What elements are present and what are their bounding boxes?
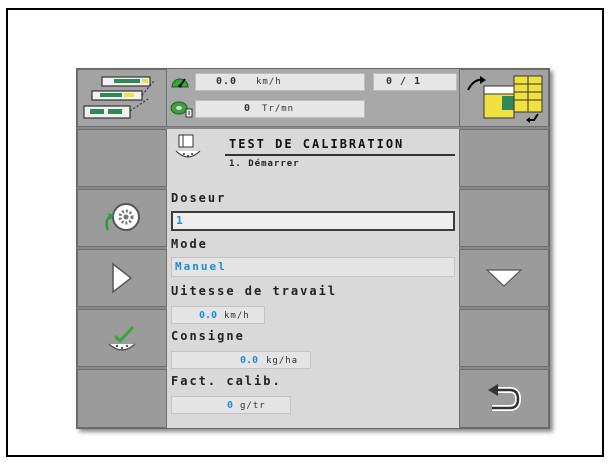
terminal-screen: 0.0 km/h 0 / 1 0 Tr/mn TEST DE CALIBRATI… — [76, 68, 550, 429]
consigne-value: 0.0 — [239, 355, 258, 366]
rotation-value: 0 — [244, 103, 252, 114]
rotation-sensor-icon — [170, 101, 193, 118]
implement-softkey[interactable] — [77, 69, 167, 127]
rotation-unit: Tr/mn — [262, 104, 295, 114]
vitesse-field[interactable]: 0.0 km/h — [171, 306, 265, 324]
fact-calib-unit: g/tr — [240, 401, 266, 411]
wheel-reset-softkey[interactable] — [77, 189, 167, 247]
right-softkey-4[interactable] — [459, 309, 549, 367]
consigne-label: Consigne — [171, 329, 245, 343]
speed-value: 0.0 — [216, 76, 238, 87]
consigne-field[interactable]: 0.0 kg/ha — [171, 351, 311, 369]
vitesse-label: Uitesse de travail — [171, 284, 338, 298]
back-softkey[interactable] — [459, 369, 549, 428]
vitesse-unit: km/h — [224, 311, 250, 321]
return-arrow-icon — [488, 383, 522, 411]
doseur-label: Doseur — [171, 191, 227, 205]
calibration-check-icon — [108, 325, 136, 351]
status-bar: 0.0 km/h 0 / 1 0 Tr/mn — [167, 69, 459, 127]
left-softkey-5[interactable] — [77, 369, 167, 428]
page-title: TEST DE CALIBRATION — [229, 137, 405, 151]
doseur-input[interactable]: 1 — [171, 211, 455, 231]
wheel-reset-icon — [105, 203, 140, 231]
play-triangle-icon — [112, 262, 133, 294]
mode-select[interactable]: Manuel — [171, 257, 455, 277]
left-softkey-1[interactable] — [77, 129, 167, 187]
hopper-sections-icon — [467, 75, 543, 123]
hopper-softkey[interactable] — [459, 69, 549, 127]
fact-calib-field[interactable]: 0 g/tr — [171, 396, 291, 414]
mode-label: Mode — [171, 237, 208, 251]
speed-field: 0.0 km/h — [195, 73, 365, 91]
fact-calib-label: Fact. calib. — [171, 374, 282, 388]
page-counter: 0 / 1 — [386, 76, 422, 87]
implement-layout-icon — [83, 76, 155, 119]
vitesse-value: 0.0 — [198, 310, 217, 321]
right-softkey-2[interactable] — [459, 189, 549, 247]
right-softkey-1[interactable] — [459, 129, 549, 187]
calibration-panel: TEST DE CALIBRATION 1. Démarrer Doseur 1… — [167, 129, 459, 428]
title-underline — [225, 154, 455, 156]
speedometer-icon — [171, 78, 189, 88]
play-softkey[interactable] — [77, 249, 167, 307]
rotation-field: 0 Tr/mn — [195, 100, 365, 118]
page-counter-field: 0 / 1 — [373, 73, 457, 91]
fact-calib-value: 0 — [226, 400, 233, 411]
validate-softkey[interactable] — [77, 309, 167, 367]
speed-unit: km/h — [256, 77, 282, 87]
down-softkey[interactable] — [459, 249, 549, 307]
consigne-unit: kg/ha — [266, 356, 299, 366]
calibration-test-icon — [175, 134, 201, 158]
arrow-down-icon — [485, 269, 523, 287]
page-subtitle: 1. Démarrer — [229, 159, 300, 169]
